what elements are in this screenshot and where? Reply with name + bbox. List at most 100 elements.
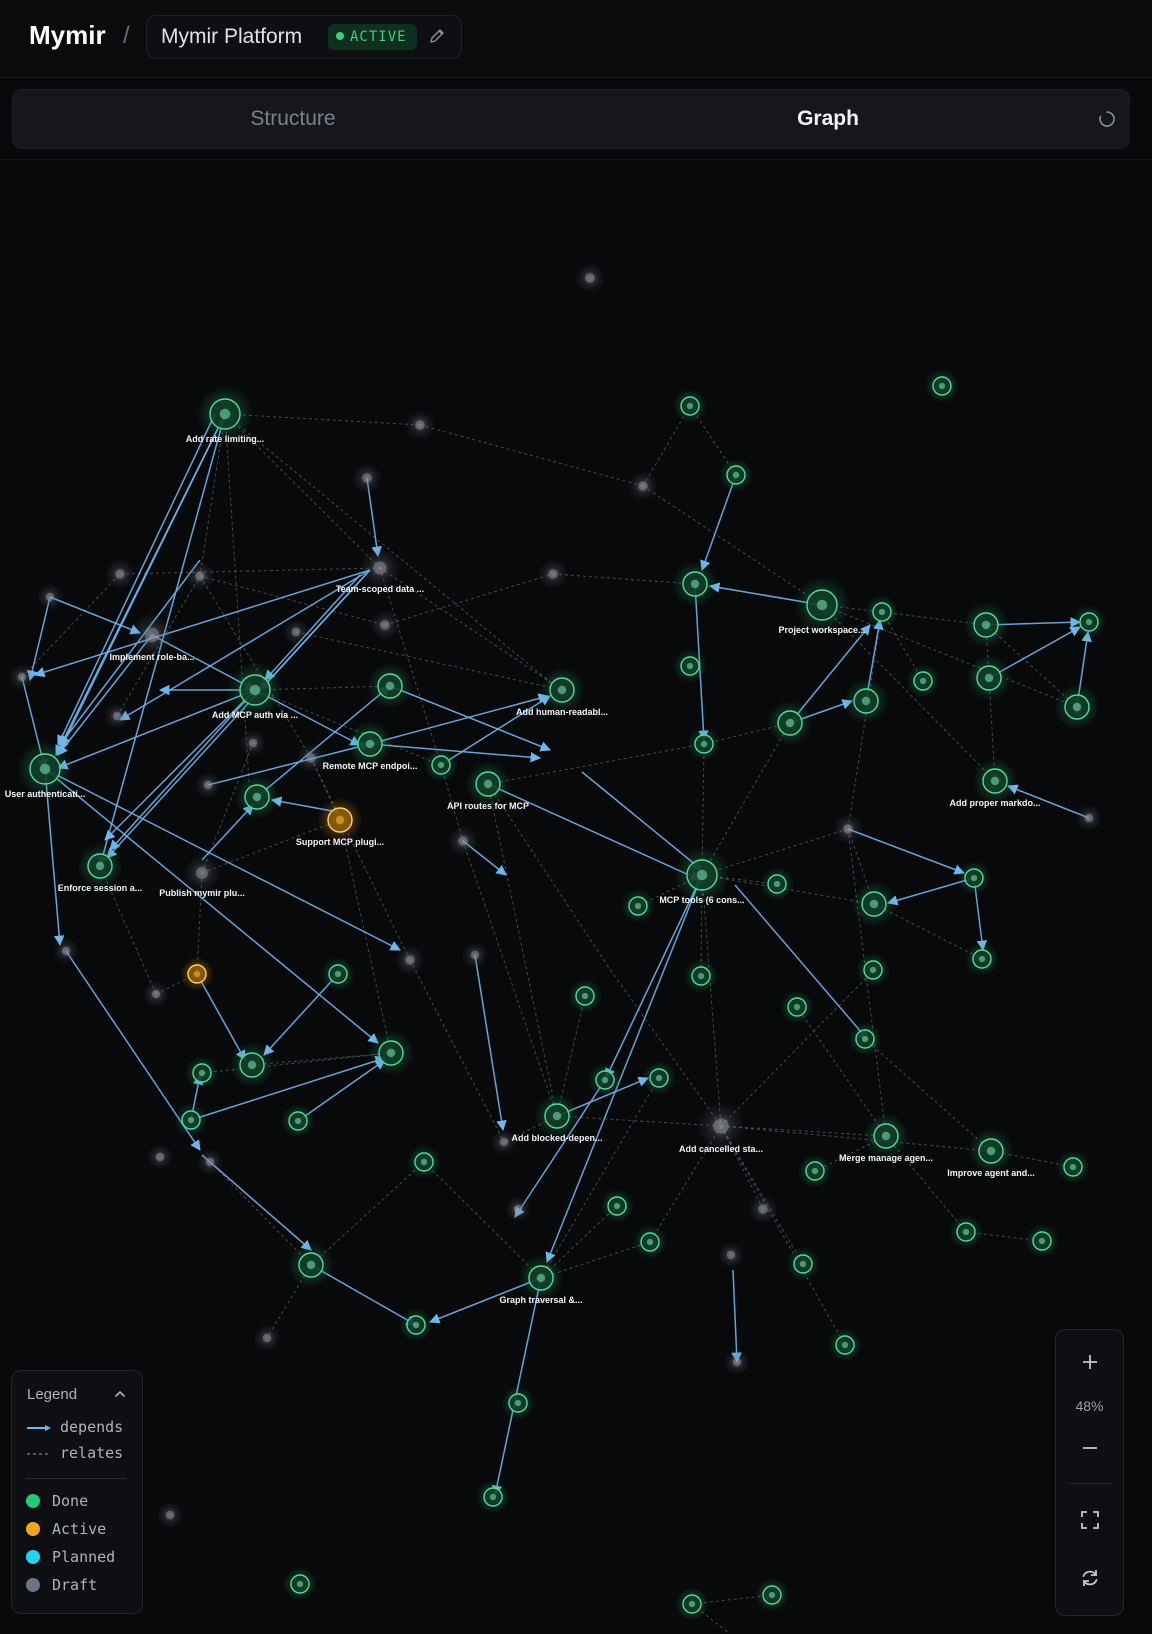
graph-node[interactable] [394, 944, 426, 976]
reset-layout-button[interactable] [1056, 1558, 1123, 1598]
graph-node[interactable] [253, 1324, 281, 1352]
graph-node-labeled[interactable]: Support MCP plugi... [296, 797, 384, 847]
graph-node[interactable] [956, 860, 992, 896]
graph-node[interactable] [406, 1144, 442, 1180]
graph-node[interactable] [368, 1030, 414, 1076]
graph-node[interactable] [779, 989, 815, 1025]
graph-node[interactable] [184, 1055, 220, 1091]
graph-node[interactable] [723, 1348, 751, 1376]
graph-node[interactable] [537, 558, 569, 590]
project-breadcrumb[interactable]: Mymir Platform ACTIVE [146, 15, 462, 59]
graph-node[interactable] [905, 663, 941, 699]
graph-node[interactable] [229, 1042, 275, 1088]
graph-node[interactable] [156, 1501, 184, 1529]
graph-node[interactable] [847, 1021, 883, 1057]
graph-node[interactable] [184, 560, 216, 592]
graph-node[interactable] [718, 457, 754, 493]
graph-node[interactable] [963, 602, 1009, 648]
graph-node[interactable] [398, 1307, 434, 1343]
graph-node[interactable] [475, 1479, 511, 1515]
graph-node[interactable] [194, 771, 222, 799]
graph-node[interactable] [797, 1153, 833, 1189]
graph-node[interactable] [855, 952, 891, 988]
graph-node[interactable] [674, 1586, 710, 1622]
graph-node[interactable] [103, 702, 131, 730]
graph-node[interactable] [142, 980, 170, 1008]
graph-node[interactable] [1024, 1223, 1060, 1259]
graph-node[interactable] [173, 1102, 209, 1138]
graph-node[interactable] [717, 1241, 745, 1269]
graph-node[interactable] [964, 941, 1000, 977]
graph-node-labeled[interactable]: Project workspace... [778, 576, 866, 636]
graph-node[interactable] [404, 409, 436, 441]
graph-node[interactable] [924, 368, 960, 404]
graph-node[interactable] [1071, 604, 1107, 640]
graph-node[interactable] [1054, 684, 1100, 730]
graph-node[interactable] [574, 262, 606, 294]
graph-node[interactable] [864, 594, 900, 630]
graph-node[interactable] [504, 1195, 532, 1223]
graph-node[interactable] [8, 663, 36, 691]
graph-node[interactable] [196, 1148, 224, 1176]
graph-node[interactable] [785, 1246, 821, 1282]
graph-node[interactable] [686, 726, 722, 762]
graph-node[interactable] [966, 655, 1012, 701]
graph-node[interactable] [282, 1566, 318, 1602]
graph-node[interactable] [747, 1193, 779, 1225]
graph-node[interactable] [672, 561, 718, 607]
graph-node-labeled[interactable]: Improve agent and... [947, 1128, 1035, 1178]
graph-node[interactable] [587, 1062, 623, 1098]
graph-node[interactable] [672, 388, 708, 424]
zoom-out-button[interactable] [1056, 1428, 1123, 1468]
spinner-icon[interactable] [1097, 109, 1117, 129]
graph-node[interactable] [280, 1103, 316, 1139]
tab-graph[interactable]: Graph [678, 90, 978, 148]
zoom-in-button[interactable] [1056, 1342, 1123, 1382]
tab-structure[interactable]: Structure [143, 90, 443, 148]
graph-node[interactable] [641, 1060, 677, 1096]
graph-node-labeled[interactable]: Enforce session a... [58, 843, 143, 893]
pencil-icon[interactable] [427, 26, 447, 46]
graph-node[interactable] [234, 774, 280, 820]
graph-node-labeled[interactable]: Graph traversal &... [499, 1255, 583, 1305]
graph-node[interactable] [767, 700, 813, 746]
graph-node[interactable] [599, 1188, 635, 1224]
graph-node[interactable] [146, 1143, 174, 1171]
graph-node[interactable] [567, 978, 603, 1014]
graph-node[interactable] [1055, 1149, 1091, 1185]
graph-node[interactable] [320, 956, 356, 992]
graph-node[interactable] [179, 956, 215, 992]
graph-node[interactable] [461, 941, 489, 969]
graph-node[interactable] [288, 1242, 334, 1288]
graph-node[interactable] [367, 663, 413, 709]
graph-node-labeled[interactable]: Add human-readabl... [516, 667, 608, 717]
app-brand[interactable]: Mymir [29, 20, 106, 51]
graph-node[interactable] [282, 618, 310, 646]
graph-node[interactable] [632, 1224, 668, 1260]
graph-node[interactable] [447, 825, 479, 857]
graph-node[interactable] [827, 1327, 863, 1363]
graph-node[interactable] [948, 1214, 984, 1250]
graph-node-labeled[interactable]: Add rate limiting... [186, 385, 265, 445]
graph-node[interactable] [759, 866, 795, 902]
graph-node-labeled[interactable]: MCP tools (6 cons... [659, 846, 745, 906]
graph-node[interactable] [423, 747, 459, 783]
graph-node[interactable] [754, 1577, 790, 1613]
graph-node-labeled[interactable]: Add cancelled sta... [679, 1101, 763, 1154]
chevron-up-icon[interactable] [113, 1387, 127, 1401]
graph-node-labeled[interactable]: Publish mymir plu... [159, 854, 245, 898]
graph-node[interactable] [620, 888, 656, 924]
fit-view-button[interactable] [1056, 1500, 1123, 1540]
graph-node[interactable] [832, 813, 864, 845]
graph-node[interactable] [1075, 804, 1103, 832]
graph-node[interactable] [52, 937, 80, 965]
graph-node[interactable] [104, 558, 136, 590]
graph-node-labeled[interactable]: User authenticati... [5, 740, 86, 800]
graph-node[interactable] [672, 648, 708, 684]
graph-node-labeled[interactable]: Add proper markdo... [949, 758, 1041, 808]
graph-node[interactable] [851, 881, 897, 927]
graph-node[interactable] [683, 958, 719, 994]
graph-node[interactable] [351, 462, 383, 494]
dependency-graph-canvas[interactable]: Add rate limiting... Team-scoped data ...… [0, 160, 1152, 1634]
graph-node[interactable] [627, 470, 659, 502]
